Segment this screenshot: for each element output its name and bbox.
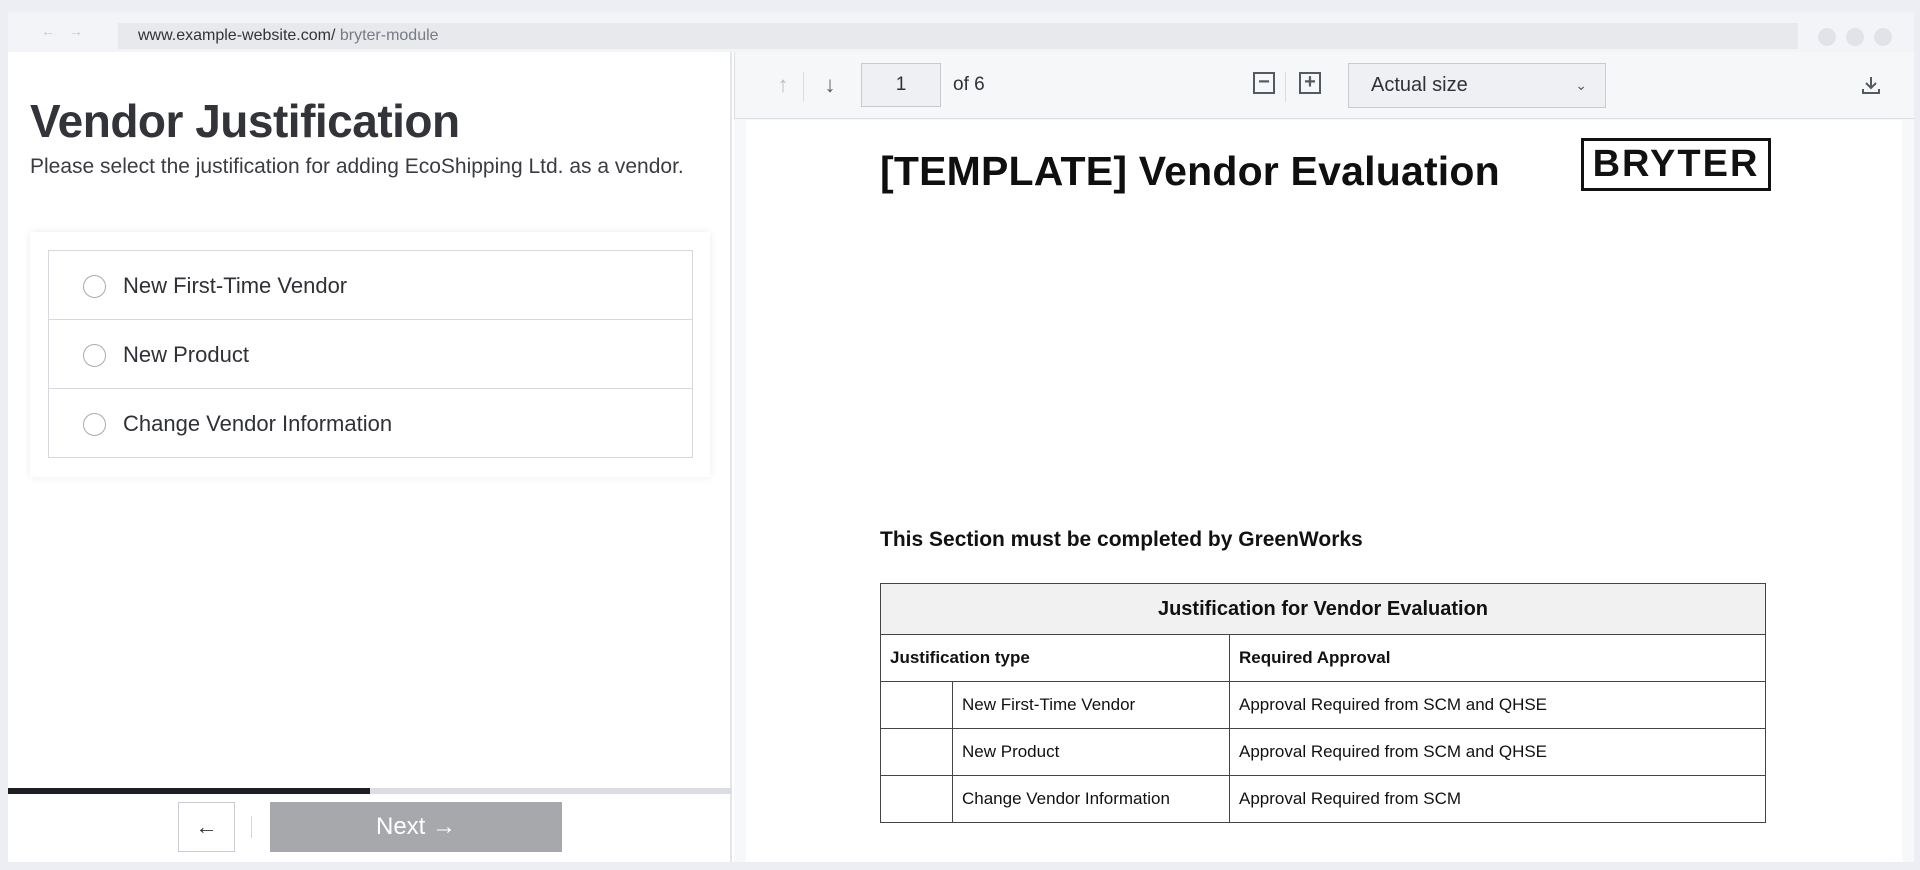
column-header: Justification type [880,634,1230,682]
download-icon[interactable] [1858,72,1884,98]
url-path: bryter-module [335,27,439,44]
zoom-select[interactable]: Actual size ⌄ [1348,63,1606,108]
justification-table: Justification for Vendor Evaluation Just… [880,583,1766,823]
url-domain: www.example-website.com/ [138,27,336,44]
window-control-dot[interactable] [1874,28,1892,46]
window-control-dot[interactable] [1846,28,1864,46]
option-label: Change Vendor Information [123,411,393,436]
justification-type-cell: Change Vendor Information [952,775,1230,823]
zoom-in-icon[interactable]: + [1299,72,1321,94]
radio-button[interactable] [83,413,106,436]
page-total: of 6 [953,74,985,95]
justification-type-cell: New First-Time Vendor [952,681,1230,729]
address-bar[interactable]: www.example-website.com/ bryter-module [118,23,1798,49]
zoom-value: Actual size [1371,74,1468,96]
back-button[interactable]: ← [178,802,235,852]
arrow-down-icon[interactable]: ↓ [817,72,843,98]
option-change-vendor-information[interactable]: Change Vendor Information [48,388,693,458]
next-button[interactable]: Next → [270,802,562,852]
document-title: [TEMPLATE] Vendor Evaluation [880,148,1500,194]
table-caption: Justification for Vendor Evaluation [880,583,1766,635]
progress-fill [8,788,370,794]
browser-forward-icon[interactable]: → [68,23,84,39]
checkbox-cell [880,775,953,823]
browser-chrome: ← → www.example-website.com/ bryter-modu… [8,12,1914,52]
checkbox-cell [880,681,953,729]
required-approval-cell: Approval Required from SCM and QHSE [1229,728,1766,776]
page-title: Vendor Justification [30,95,460,147]
justification-type-cell: New Product [952,728,1230,776]
option-label: New Product [123,342,249,367]
section-note: This Section must be completed by GreenW… [880,528,1363,551]
required-approval-cell: Approval Required from SCM [1229,775,1766,823]
page-number-input[interactable]: 1 [861,63,941,107]
browser-back-icon[interactable]: ← [40,23,56,39]
option-label: New First-Time Vendor [123,273,348,298]
option-new-product[interactable]: New Product [48,319,693,389]
divider [251,816,252,838]
bryter-logo: BRYTER [1581,138,1771,191]
table-row: New Product Approval Required from SCM a… [880,728,1766,776]
toolbar-divider [1285,72,1286,102]
radio-button[interactable] [83,275,106,298]
window-control-dot[interactable] [1818,28,1836,46]
form-pane: Vendor Justification Please select the j… [8,52,732,862]
table-row: New First-Time Vendor Approval Required … [880,681,1766,729]
option-new-first-time-vendor[interactable]: New First-Time Vendor [48,250,693,320]
pdf-page: [TEMPLATE] Vendor Evaluation BRYTER This… [746,120,1902,862]
checkbox-cell [880,728,953,776]
chevron-down-icon: ⌄ [1575,77,1587,93]
browser-window: ← → www.example-website.com/ bryter-modu… [8,12,1914,862]
column-header: Required Approval [1229,634,1766,682]
pdf-viewer: ↑ ↓ 1 of 6 − + Actual size ⌄ [TEMPLATE] … [734,52,1914,862]
progress-bar [8,788,732,794]
viewer-toolbar: ↑ ↓ 1 of 6 − + Actual size ⌄ [734,52,1914,119]
radio-button[interactable] [83,344,106,367]
options-card: New First-Time Vendor New Product Change… [30,232,710,477]
form-subtitle: Please select the justification for addi… [30,155,684,178]
required-approval-cell: Approval Required from SCM and QHSE [1229,681,1766,729]
arrow-up-icon[interactable]: ↑ [770,72,796,98]
toolbar-divider [803,72,804,102]
zoom-out-icon[interactable]: − [1253,72,1275,94]
table-row: Change Vendor Information Approval Requi… [880,775,1766,823]
